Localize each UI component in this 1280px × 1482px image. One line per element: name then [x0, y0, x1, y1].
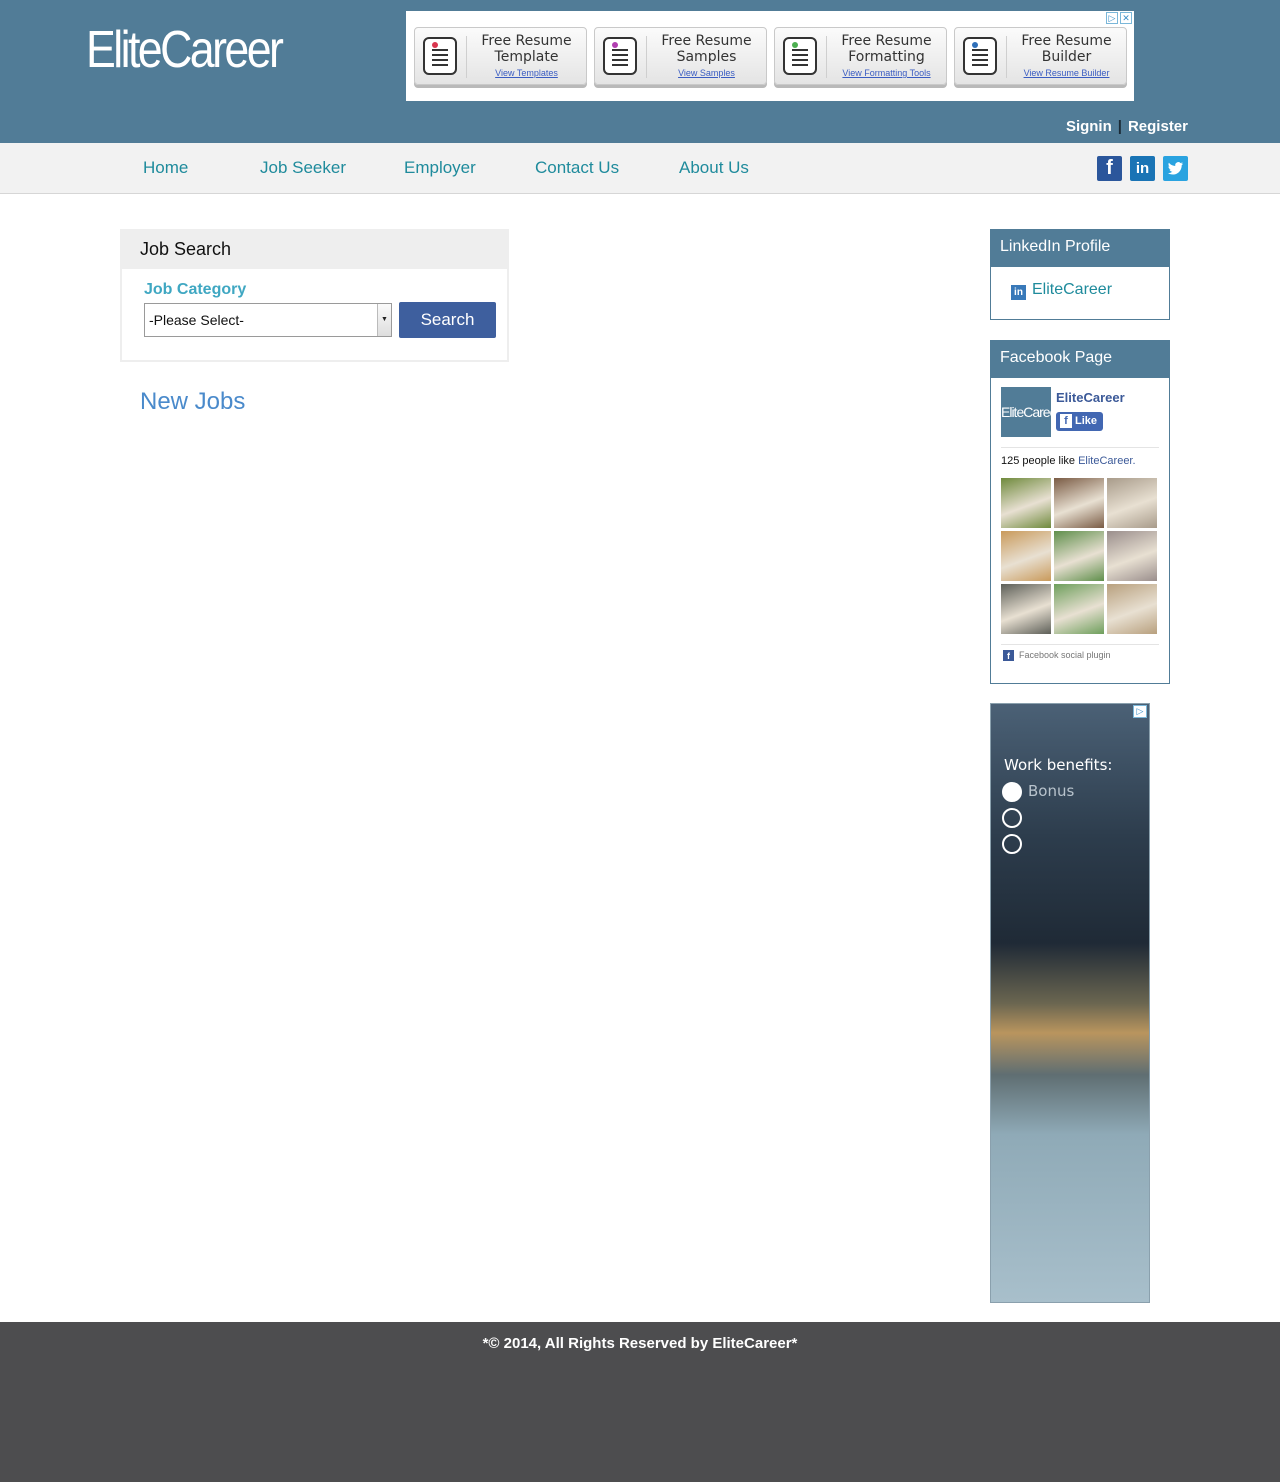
pin-dot [432, 42, 438, 48]
top-ad-banner[interactable]: ▷ ✕ Free Resume Template View Templates … [406, 11, 1134, 101]
pin-dot [612, 42, 618, 48]
nav-item-contact-us[interactable]: Contact Us [535, 158, 619, 178]
ad-close-icon[interactable]: ✕ [1120, 12, 1132, 24]
auth-links: Signin | Register [1066, 118, 1188, 135]
facebook-like-button[interactable]: Like [1056, 412, 1103, 431]
facebook-widget-title: Facebook Page [991, 341, 1169, 378]
facebook-likes-count: 125 people like EliteCareer. [1001, 455, 1136, 467]
linkedin-widget: LinkedIn Profile in EliteCareer [990, 229, 1170, 320]
ad-radio-option-2[interactable] [1002, 808, 1022, 828]
ad-item-title: Free Resume Template [481, 33, 572, 65]
ad-item-link[interactable]: View Resume Builder [1011, 68, 1122, 78]
ad-item-title: Free Resume Samples [661, 33, 752, 65]
facebook-fan-avatar[interactable] [1107, 584, 1157, 634]
nav-item-job-seeker[interactable]: Job Seeker [260, 158, 346, 178]
facebook-widget: Facebook Page EliteCareer EliteCareer Li… [990, 340, 1170, 684]
ad-info-icon[interactable]: ▷ [1133, 705, 1147, 718]
auth-separator: | [1117, 118, 1122, 135]
ad-choices-marker[interactable]: ▷ ✕ [1106, 12, 1132, 24]
facebook-fan-avatar[interactable] [1001, 531, 1051, 581]
facebook-page-name[interactable]: EliteCareer [1056, 390, 1125, 405]
document-icon [783, 37, 817, 75]
job-category-selected-value: -Please Select- [149, 312, 244, 328]
ad-radio-option-3[interactable] [1002, 834, 1022, 854]
facebook-icon: f [1003, 650, 1014, 661]
main-nav: Home Job Seeker Employer Contact Us Abou… [0, 143, 1280, 194]
facebook-page-avatar[interactable]: EliteCareer [1001, 387, 1051, 437]
ad-item-title: Free Resume Formatting [841, 33, 932, 65]
job-search-title: Job Search [122, 231, 507, 269]
nav-item-employer[interactable]: Employer [404, 158, 476, 178]
nav-item-about-us[interactable]: About Us [679, 158, 749, 178]
facebook-plugin-text: Facebook social plugin [1019, 650, 1111, 660]
facebook-fan-avatar[interactable] [1107, 478, 1157, 528]
pin-dot [792, 42, 798, 48]
ad-info-icon[interactable]: ▷ [1106, 12, 1118, 24]
pin-dot [972, 42, 978, 48]
copyright-text: *© 2014, All Rights Reserved by EliteCar… [482, 1335, 798, 1352]
document-icon [963, 37, 997, 75]
facebook-fan-avatar[interactable] [1054, 478, 1104, 528]
facebook-fan-avatar[interactable] [1054, 584, 1104, 634]
twitter-icon[interactable] [1163, 156, 1188, 181]
ad-item-resume-samples[interactable]: Free Resume Samples View Samples [594, 27, 767, 85]
linkedin-icon: in [1011, 285, 1026, 300]
nav-item-home[interactable]: Home [143, 158, 188, 178]
ad-radio-label-1: Bonus [1028, 782, 1075, 800]
search-button[interactable]: Search [399, 302, 496, 338]
ad-item-link[interactable]: View Templates [471, 68, 582, 78]
linkedin-profile-name[interactable]: EliteCareer [1032, 281, 1112, 298]
site-footer: *© 2014, All Rights Reserved by EliteCar… [0, 1322, 1280, 1482]
likes-count-text: 125 people like [1001, 455, 1076, 467]
ad-item-link[interactable]: View Formatting Tools [831, 68, 942, 78]
ad-item-title: Free Resume Builder [1021, 33, 1112, 65]
ad-item-resume-formatting[interactable]: Free Resume Formatting View Formatting T… [774, 27, 947, 85]
linkedin-profile-link[interactable]: in EliteCareer [1011, 281, 1112, 300]
job-category-label: Job Category [144, 281, 247, 298]
site-logo[interactable]: EliteCareer [86, 20, 284, 80]
signin-link[interactable]: Signin [1066, 118, 1112, 135]
ad-item-resume-template[interactable]: Free Resume Template View Templates [414, 27, 587, 85]
ad-heading: Work benefits: [1004, 756, 1113, 774]
facebook-fan-avatar[interactable] [1054, 531, 1104, 581]
document-icon [423, 37, 457, 75]
document-icon [603, 37, 637, 75]
sidebar-ad[interactable]: ▷ Work benefits: Bonus [990, 703, 1150, 1303]
job-category-select[interactable]: -Please Select- ▼ [144, 303, 392, 337]
facebook-icon[interactable]: f [1097, 156, 1122, 181]
likes-page-link[interactable]: EliteCareer. [1078, 455, 1135, 467]
ad-item-resume-builder[interactable]: Free Resume Builder View Resume Builder [954, 27, 1127, 85]
job-search-panel: Job Search Job Category -Please Select- … [120, 229, 509, 362]
facebook-fan-avatar[interactable] [1001, 584, 1051, 634]
register-link[interactable]: Register [1128, 118, 1188, 135]
facebook-fan-avatar[interactable] [1001, 478, 1051, 528]
facebook-social-plugin-label[interactable]: f Facebook social plugin [1003, 650, 1111, 661]
facebook-fans-grid [1001, 478, 1157, 634]
dropdown-arrow-icon[interactable]: ▼ [377, 304, 391, 336]
ad-radio-option-1[interactable] [1002, 782, 1022, 802]
new-jobs-heading: New Jobs [140, 388, 246, 415]
site-header: EliteCareer ▷ ✕ Free Resume Template Vie… [0, 0, 1280, 143]
facebook-fan-avatar[interactable] [1107, 531, 1157, 581]
ad-item-link[interactable]: View Samples [651, 68, 762, 78]
linkedin-icon[interactable]: in [1130, 156, 1155, 181]
linkedin-widget-title: LinkedIn Profile [991, 230, 1169, 267]
